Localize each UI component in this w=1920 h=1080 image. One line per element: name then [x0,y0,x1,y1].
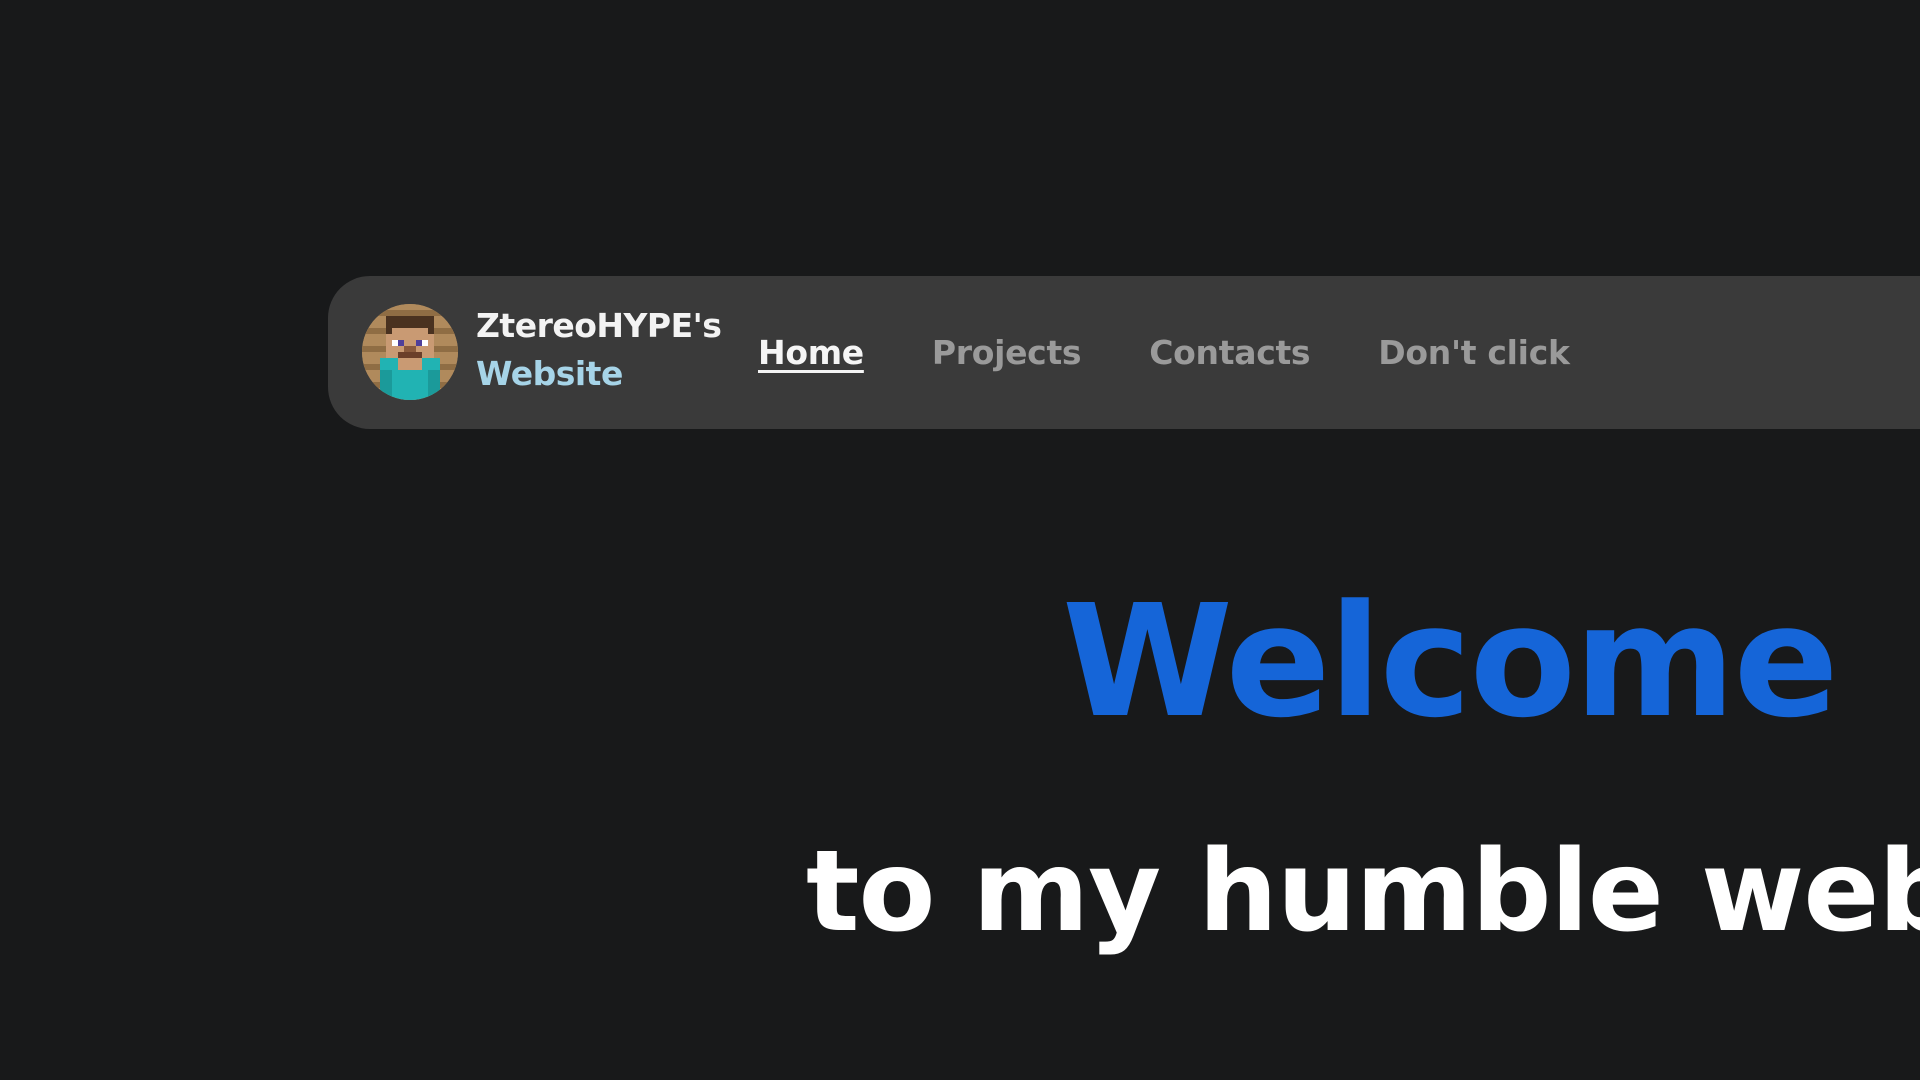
nav-link-dont-click[interactable]: Don't click [1378,333,1570,372]
nav-link-projects[interactable]: Projects [932,333,1082,372]
brand-subtitle: Website [476,354,623,393]
main-nav: Home Projects Contacts Don't click [758,276,1570,429]
site-brand[interactable]: ZtereoHYPE's Website [476,302,722,398]
page: ZtereoHYPE's Website Home Projects Conta… [0,0,1920,1080]
hero-title: Welcome [1062,571,1839,752]
hero-subtitle: to my humble websi [806,827,1920,957]
brand-name: ZtereoHYPE's [476,306,722,345]
nav-link-home[interactable]: Home [758,333,864,372]
pixel-character-avatar-icon[interactable] [362,304,458,400]
nav-link-contacts[interactable]: Contacts [1149,333,1310,372]
navbar: ZtereoHYPE's Website Home Projects Conta… [328,276,1920,429]
